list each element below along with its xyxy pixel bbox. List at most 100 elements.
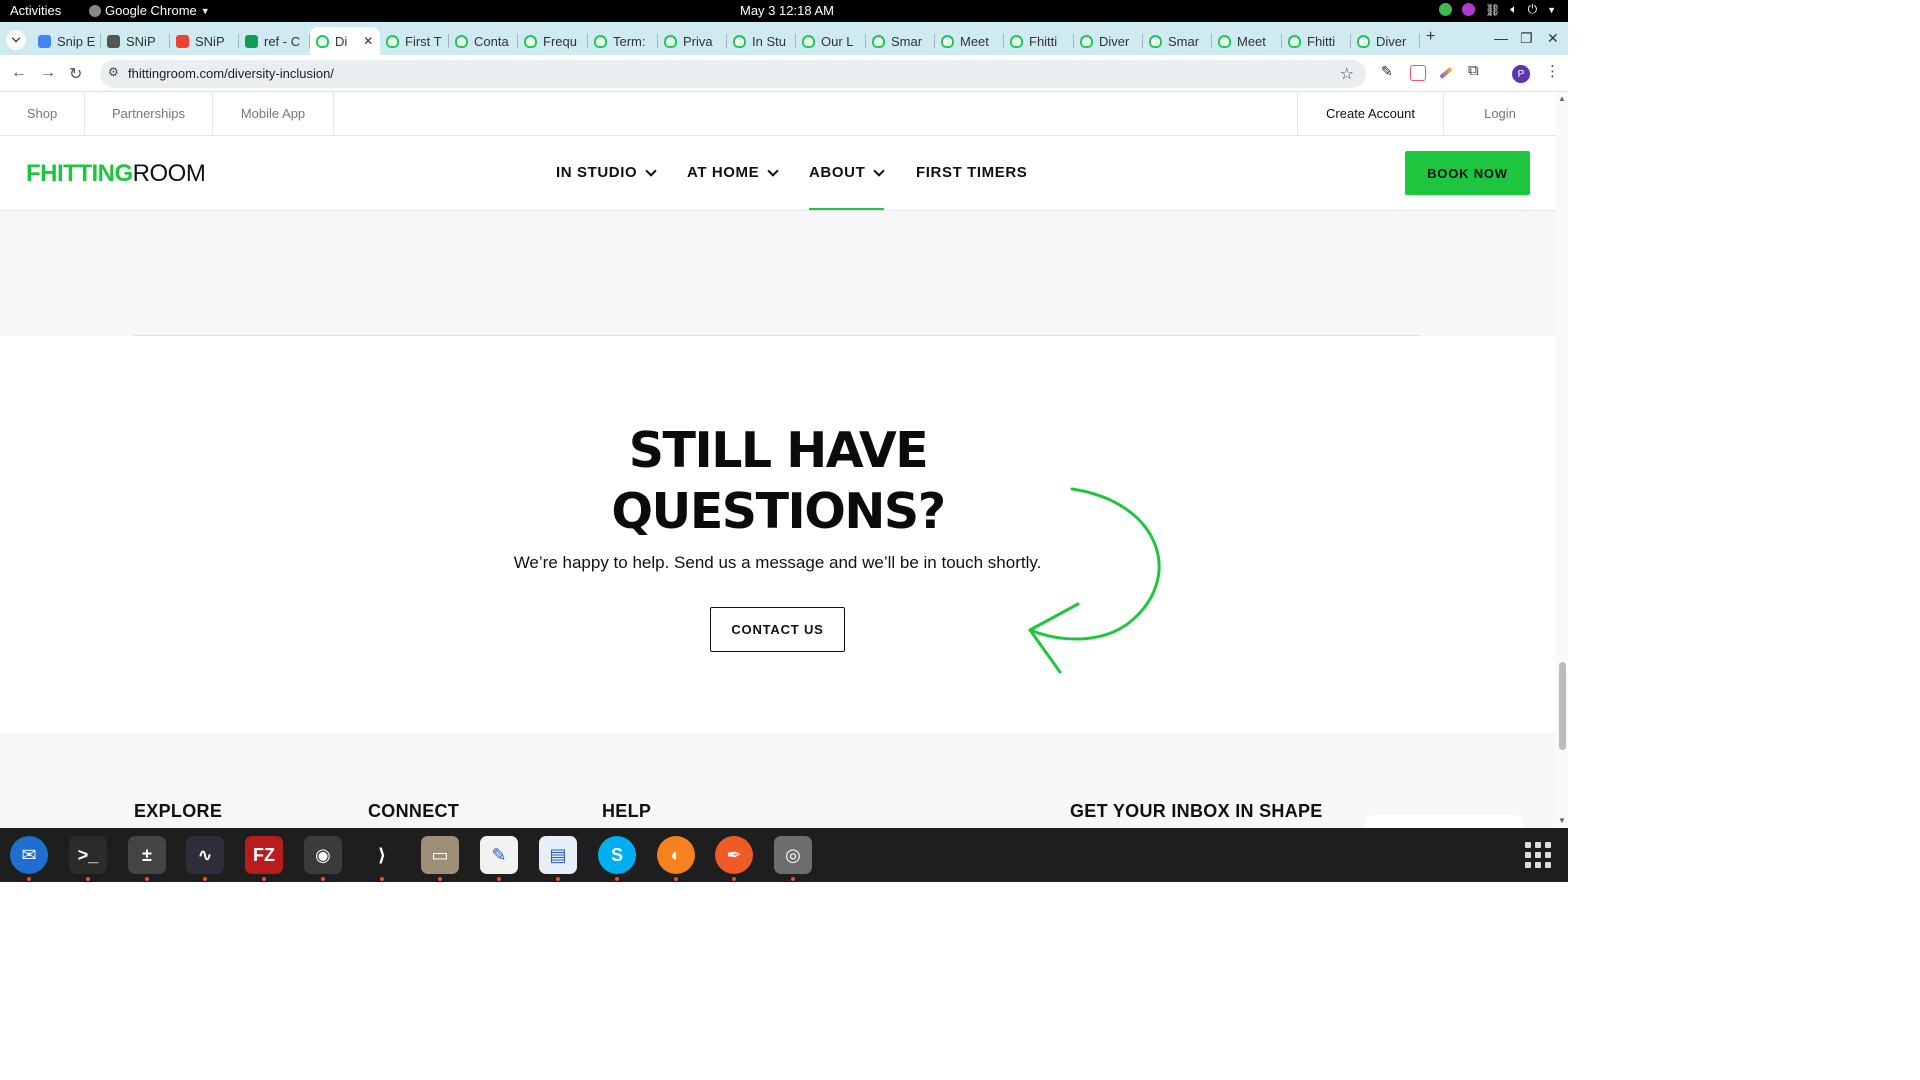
utility-link-partnerships[interactable]: Partnerships — [85, 92, 213, 135]
browser-toolbar: ← → ↻ ⚙ fhittingroom.com/diversity-inclu… — [0, 55, 1568, 92]
blender-like-icon[interactable]: ◐ — [657, 836, 695, 874]
nav-label: AT HOME — [687, 164, 760, 181]
skype-icon[interactable]: S — [598, 836, 636, 874]
nav-first-timers[interactable]: FIRST TIMERS — [916, 164, 1027, 181]
site-info-icon[interactable]: ⚙ — [108, 65, 119, 79]
browser-tab[interactable]: In Stu — [727, 27, 796, 55]
fhitting-icon — [1288, 34, 1301, 48]
browser-tab[interactable]: Our L — [796, 27, 866, 55]
show-apps-grid-icon[interactable] — [1525, 842, 1551, 868]
tab-label: Our L — [821, 33, 854, 49]
running-indicator — [732, 877, 736, 881]
disk-icon[interactable]: ◎ — [774, 836, 812, 874]
browser-tab[interactable]: Conta — [449, 27, 518, 55]
site-logo[interactable]: FHITTINGROOM — [26, 160, 206, 188]
running-indicator — [674, 877, 678, 881]
forward-icon[interactable]: → — [40, 64, 56, 82]
browser-tab[interactable]: Priva — [658, 27, 727, 55]
page-scrollbar[interactable]: ▲ ▼ — [1556, 92, 1568, 828]
reload-icon[interactable]: ↻ — [69, 64, 82, 84]
address-text[interactable]: fhittingroom.com/diversity-inclusion/ — [128, 66, 334, 81]
terminal-icon[interactable]: >_ — [69, 836, 107, 874]
active-nav-underline — [809, 208, 884, 210]
footer-heading-explore: EXPLORE — [134, 801, 223, 821]
system-monitor-icon[interactable]: ∿ — [186, 836, 224, 874]
browser-tab[interactable]: SNiP — [101, 27, 170, 55]
address-bar[interactable]: ⚙ fhittingroom.com/diversity-inclusion/ … — [100, 60, 1366, 88]
tab-label: Diver — [1099, 33, 1130, 49]
close-window-icon[interactable]: ✕ — [1547, 30, 1559, 47]
postman-icon[interactable]: ✒ — [715, 836, 753, 874]
login-link[interactable]: Login — [1443, 92, 1556, 135]
fhitting-icon — [524, 34, 537, 48]
nav-at-home[interactable]: AT HOME — [687, 164, 779, 181]
update-icon[interactable] — [1439, 3, 1453, 16]
kebab-menu-icon[interactable]: ⋮ — [1545, 62, 1560, 80]
browser-tab[interactable]: ref - C — [239, 27, 310, 55]
scroll-up-icon[interactable]: ▲ — [1558, 94, 1566, 103]
nav-in-studio[interactable]: IN STUDIO — [556, 164, 657, 181]
browser-tab[interactable]: Term: — [588, 27, 658, 55]
browser-tab[interactable]: Smar — [1143, 27, 1212, 55]
caret-down-icon[interactable]: ▼ — [1547, 5, 1556, 15]
back-icon[interactable]: ← — [11, 64, 27, 82]
color-picker-icon[interactable] — [1462, 3, 1476, 16]
chevron-down-icon — [873, 164, 885, 177]
eyedropper-extension-icon[interactable]: ✎ — [1381, 63, 1397, 79]
minimize-icon[interactable]: — — [1494, 30, 1508, 46]
chrome-icon[interactable]: ◉ — [304, 836, 342, 874]
new-tab-button[interactable]: + — [1426, 28, 1435, 46]
fhitting-icon — [872, 34, 885, 48]
activities-button[interactable]: Activities — [10, 3, 61, 18]
vscode-icon[interactable]: ⟩ — [363, 836, 401, 874]
maximize-icon[interactable]: ❐ — [1520, 30, 1533, 47]
utility-bar: Shop Partnerships Mobile App Create Acco… — [0, 92, 1556, 136]
browser-tab[interactable]: Di ✕ — [310, 27, 380, 55]
browser-tab[interactable]: Diver — [1351, 27, 1420, 55]
utility-link-mobile-app[interactable]: Mobile App — [213, 92, 334, 135]
volume-icon[interactable]: 🔈︎ — [1510, 2, 1517, 17]
contact-us-button[interactable]: CONTACT US — [710, 607, 845, 652]
tab-label: Frequ — [543, 33, 577, 49]
bookmark-star-icon[interactable]: ☆ — [1340, 64, 1354, 84]
browser-tab[interactable]: Meet — [1212, 27, 1282, 55]
chat-widget[interactable] — [1366, 815, 1522, 829]
browser-tab[interactable]: Diver — [1074, 27, 1143, 55]
calendar-extension-icon[interactable] — [1410, 65, 1426, 81]
browser-tab[interactable]: Fhitti — [1004, 27, 1074, 55]
pen-extension-icon[interactable] — [1439, 66, 1453, 80]
power-icon[interactable]: ⏻ — [1528, 2, 1538, 17]
text-editor-icon[interactable]: ✎ — [480, 836, 518, 874]
browser-tab[interactable]: Meet — [935, 27, 1004, 55]
utility-link-shop[interactable]: Shop — [0, 92, 85, 135]
fhitting-icon — [594, 34, 607, 48]
thunderbird-icon[interactable]: ✉ — [10, 836, 48, 874]
browser-tab[interactable]: Frequ — [518, 27, 588, 55]
tab-search-button[interactable] — [6, 30, 26, 50]
network-icon[interactable]: ⛓ — [1485, 3, 1500, 17]
close-tab-icon[interactable]: ✕ — [363, 34, 373, 48]
document-viewer-icon[interactable]: ▤ — [539, 836, 577, 874]
browser-tab[interactable]: SNiP — [170, 27, 239, 55]
browser-tab[interactable]: Snip E — [32, 27, 101, 55]
book-now-button[interactable]: BOOK NOW — [1405, 151, 1530, 195]
scroll-down-icon[interactable]: ▼ — [1558, 816, 1566, 825]
extensions-puzzle-icon[interactable]: ⧉ — [1468, 62, 1484, 79]
scrollbar-thumb[interactable] — [1559, 662, 1566, 750]
nav-about[interactable]: ABOUT — [809, 164, 885, 181]
create-account-link[interactable]: Create Account — [1297, 92, 1443, 135]
running-indicator — [438, 877, 442, 881]
clock[interactable]: May 3 12:18 AM — [740, 3, 834, 18]
browser-tab[interactable]: First T — [380, 27, 449, 55]
calculator-icon[interactable]: ± — [128, 836, 166, 874]
files-icon[interactable]: ▭ — [421, 836, 459, 874]
browser-tab[interactable]: Fhitti — [1282, 27, 1351, 55]
running-indicator — [145, 877, 149, 881]
running-indicator — [497, 877, 501, 881]
filezilla-icon[interactable]: FZ — [245, 836, 283, 874]
fhitting-icon — [802, 34, 815, 48]
browser-tab[interactable]: Smar — [866, 27, 935, 55]
system-tray[interactable]: ⛓ 🔈︎ ⏻ ▼ — [1439, 2, 1556, 17]
profile-avatar[interactable]: P — [1512, 65, 1530, 83]
app-menu[interactable]: Google Chrome ▼ — [89, 3, 210, 18]
